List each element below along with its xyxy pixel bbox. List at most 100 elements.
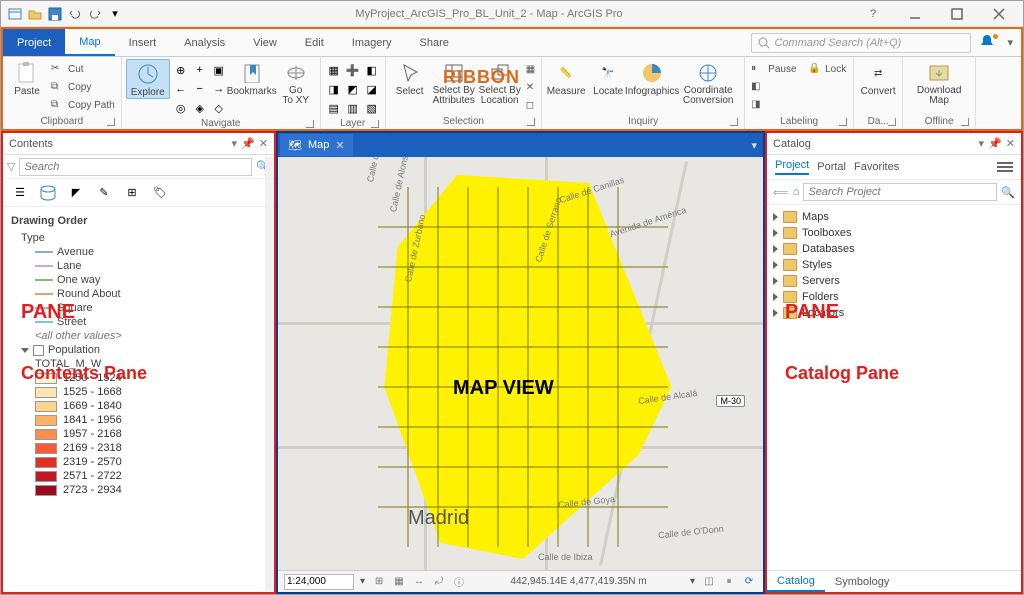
- type-item[interactable]: Lane: [11, 259, 266, 273]
- infographics-button[interactable]: Infographics: [630, 59, 674, 97]
- contents-search-input[interactable]: [19, 158, 252, 176]
- home-icon[interactable]: ⌂: [793, 186, 800, 198]
- catalog-item[interactable]: Styles: [773, 257, 1015, 273]
- list-by-snapping-icon[interactable]: ⊞: [121, 182, 143, 204]
- notifications-icon[interactable]: [979, 33, 999, 53]
- map-tab[interactable]: 🗺 Map ✕: [280, 134, 353, 156]
- locate-button[interactable]: 🔭Locate: [588, 59, 628, 97]
- redo-icon[interactable]: [87, 6, 103, 22]
- inference-icon[interactable]: ⓘ: [451, 574, 467, 590]
- copy-button[interactable]: ⧉Copy: [49, 79, 117, 96]
- expand-icon[interactable]: [773, 293, 778, 301]
- dropdown-icon[interactable]: ▾: [979, 137, 985, 150]
- tab-insert[interactable]: Insert: [115, 29, 171, 56]
- explore-button[interactable]: Explore: [126, 59, 170, 99]
- map-tab-menu-icon[interactable]: ▾: [751, 139, 763, 152]
- basemap-icon[interactable]: ▦: [325, 61, 343, 79]
- qat-customize-icon[interactable]: ▾: [107, 6, 123, 22]
- catalog-item[interactable]: Locators: [773, 305, 1015, 321]
- signin-icon[interactable]: ▾: [1007, 36, 1013, 49]
- list-by-editing-icon[interactable]: ✎: [93, 182, 115, 204]
- full-extent-icon[interactable]: ⊕: [172, 61, 190, 79]
- legend-item[interactable]: 1669 - 1840: [11, 399, 266, 413]
- type-item[interactable]: Round About: [11, 287, 266, 301]
- help-icon[interactable]: ?: [855, 4, 891, 24]
- command-search[interactable]: Command Search (Alt+Q): [751, 33, 971, 53]
- new-project-icon[interactable]: [7, 6, 23, 22]
- tab-project[interactable]: Project: [3, 29, 65, 56]
- next-extent-icon[interactable]: →: [210, 80, 228, 98]
- paste-button[interactable]: Paste: [7, 59, 47, 97]
- select-button[interactable]: Select: [390, 59, 430, 97]
- catalog-tab-portal[interactable]: Portal: [817, 161, 846, 173]
- type-item[interactable]: Avenue: [11, 245, 266, 259]
- pin-icon[interactable]: 📌: [241, 137, 255, 150]
- list-by-selection-icon[interactable]: ◤: [65, 182, 87, 204]
- tab-imagery[interactable]: Imagery: [338, 29, 406, 56]
- nav-tool2-icon[interactable]: ◈: [191, 99, 209, 117]
- all-other-values[interactable]: <all other values>: [11, 329, 266, 343]
- expand-icon[interactable]: [773, 277, 778, 285]
- type-item[interactable]: One way: [11, 273, 266, 287]
- layer-tool6-icon[interactable]: ◪: [363, 80, 381, 98]
- snap-icon[interactable]: ⊞: [371, 574, 387, 590]
- list-by-labeling-icon[interactable]: 🏷: [149, 182, 171, 204]
- open-project-icon[interactable]: [27, 6, 43, 22]
- type-item[interactable]: Street: [11, 315, 266, 329]
- expand-icon[interactable]: [773, 213, 778, 221]
- list-by-source-icon[interactable]: [37, 182, 59, 204]
- scale-input[interactable]: [284, 574, 354, 590]
- legend-item[interactable]: 1250 - 1524: [11, 371, 266, 385]
- catalog-tab-favorites[interactable]: Favorites: [854, 161, 899, 173]
- zoom-selection-icon[interactable]: ▣: [210, 61, 228, 79]
- tab-view[interactable]: View: [239, 29, 291, 56]
- close-button[interactable]: [981, 4, 1017, 24]
- nav-tool-icon[interactable]: ◎: [172, 99, 190, 117]
- layer-tool7-icon[interactable]: ▤: [325, 99, 343, 117]
- selected-features-icon[interactable]: ◫: [701, 574, 717, 590]
- selection-gray-icon[interactable]: ◻: [524, 97, 537, 114]
- correction-icon[interactable]: ⤾: [431, 574, 447, 590]
- tab-analysis[interactable]: Analysis: [170, 29, 239, 56]
- catalog-item[interactable]: Toolboxes: [773, 225, 1015, 241]
- pin-icon[interactable]: 📌: [988, 137, 1002, 150]
- minimize-button[interactable]: [897, 4, 933, 24]
- attr-table-icon[interactable]: ▦: [524, 61, 537, 78]
- measure-button[interactable]: 📏Measure: [546, 59, 586, 97]
- expand-icon[interactable]: [773, 245, 778, 253]
- convert-button[interactable]: ⇄Convert: [858, 59, 898, 97]
- add-data-icon[interactable]: ➕: [344, 61, 362, 79]
- type-layer[interactable]: Type: [11, 231, 266, 245]
- filter-icon[interactable]: ▽: [7, 160, 15, 173]
- legend-item[interactable]: 2169 - 2318: [11, 441, 266, 455]
- legend-item[interactable]: 1525 - 1668: [11, 385, 266, 399]
- scrollbar[interactable]: [265, 157, 273, 591]
- search-icon[interactable]: 🔍: [1001, 186, 1015, 199]
- close-map-tab-icon[interactable]: ✕: [335, 139, 344, 152]
- bottom-tab-catalog[interactable]: Catalog: [767, 571, 825, 592]
- dropdown-icon[interactable]: ▾: [232, 137, 238, 150]
- legend-item[interactable]: 1841 - 1956: [11, 413, 266, 427]
- cut-button[interactable]: ✂Cut: [49, 61, 117, 78]
- legend-item[interactable]: 2571 - 2722: [11, 469, 266, 483]
- select-by-attr-button[interactable]: Select By Attributes: [432, 59, 476, 106]
- expand-icon[interactable]: [773, 309, 778, 317]
- total-m-w-field[interactable]: TOTAL_M_W: [11, 357, 266, 371]
- prev-extent-icon[interactable]: ←: [172, 80, 190, 98]
- coord-conversion-button[interactable]: Coordinate Conversion: [676, 59, 740, 106]
- pause-draw-icon[interactable]: ⏸: [721, 574, 737, 590]
- layer-tool4-icon[interactable]: ◨: [325, 80, 343, 98]
- undo-icon[interactable]: [67, 6, 83, 22]
- expand-icon[interactable]: [773, 229, 778, 237]
- save-icon[interactable]: [47, 6, 63, 22]
- map-canvas[interactable]: Calle de Ponzano Calle de Alonso Cano Ca…: [278, 157, 763, 570]
- population-layer[interactable]: Population: [11, 343, 266, 357]
- layer-tool8-icon[interactable]: ▥: [344, 99, 362, 117]
- layer-tool3-icon[interactable]: ◧: [363, 61, 381, 79]
- close-pane-icon[interactable]: ✕: [259, 137, 268, 150]
- maximize-button[interactable]: [939, 4, 975, 24]
- fixed-zoom-out-icon[interactable]: −: [191, 80, 209, 98]
- catalog-item[interactable]: Servers: [773, 273, 1015, 289]
- catalog-search-input[interactable]: [803, 183, 997, 201]
- coord-menu-icon[interactable]: ▾: [690, 576, 695, 587]
